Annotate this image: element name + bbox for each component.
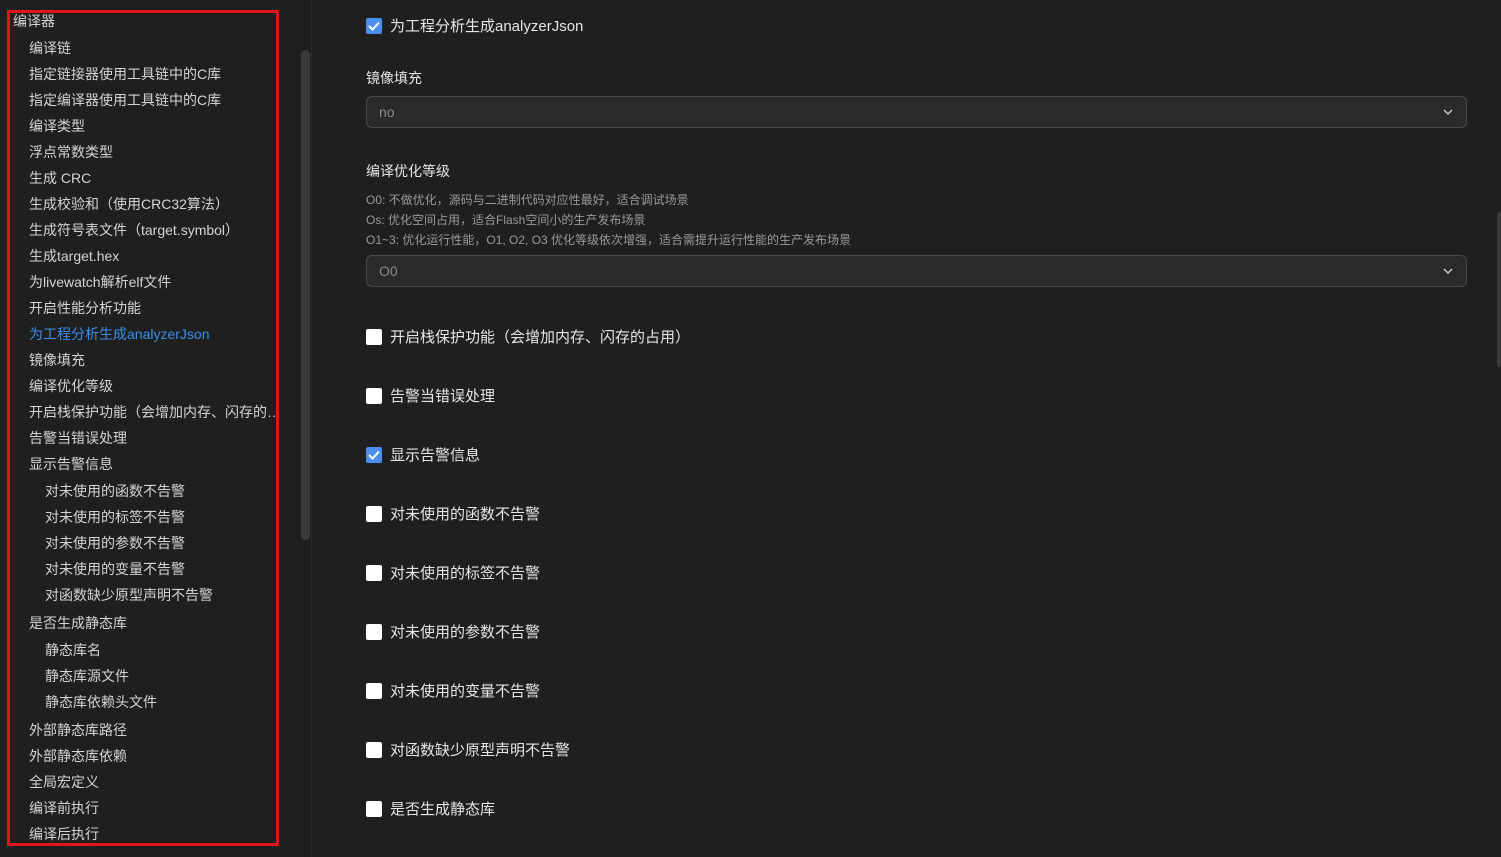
- setting-checkbox[interactable]: [366, 387, 382, 404]
- sidebar-item[interactable]: 生成校验和（使用CRC32算法）: [29, 195, 229, 213]
- content-scrollbar[interactable]: [1497, 212, 1501, 367]
- setting-checkbox-label: 对未使用的变量不告警: [390, 683, 541, 700]
- chevron-down-icon: [1443, 268, 1453, 274]
- setting-checkbox-label: 显示告警信息: [390, 447, 481, 464]
- sidebar-item[interactable]: 对未使用的参数不告警: [45, 534, 185, 552]
- setting-checkbox-row[interactable]: 对未使用的标签不告警: [366, 562, 540, 583]
- optimize-desc-o13: O1~3: 优化运行性能，O1, O2, O3 优化等级依次增强，适合需提升运行…: [366, 233, 852, 247]
- image-fill-label: 镜像填充: [366, 70, 422, 86]
- sidebar-item[interactable]: 指定链接器使用工具链中的C库: [29, 65, 221, 83]
- setting-checkbox-label: 开启栈保护功能（会增加内存、闪存的占用）: [390, 329, 691, 346]
- setting-checkbox[interactable]: [366, 800, 382, 817]
- sidebar-item[interactable]: 对函数缺少原型声明不告警: [45, 586, 213, 604]
- setting-checkbox-row[interactable]: 显示告警信息: [366, 444, 480, 465]
- sidebar-item[interactable]: 静态库源文件: [45, 667, 129, 685]
- setting-checkbox-row[interactable]: 是否生成静态库: [366, 798, 495, 819]
- optimize-desc-os: Os: 优化空间占用，适合Flash空间小的生产发布场景: [366, 213, 646, 227]
- setting-checkbox[interactable]: [366, 741, 382, 758]
- sidebar-item[interactable]: 编译类型: [29, 117, 85, 135]
- setting-checkbox-row[interactable]: 对函数缺少原型声明不告警: [366, 739, 570, 760]
- settings-sidebar: 编译器编译链指定链接器使用工具链中的C库 指定编译器使用工具链中的C库 编译类型浮点…: [0, 0, 312, 857]
- sidebar-item[interactable]: 生成符号表文件（target.symbol）: [29, 221, 239, 239]
- sidebar-item[interactable]: 编译后执行: [29, 825, 99, 843]
- sidebar-item[interactable]: 指定编译器使用工具链中的C库: [29, 91, 221, 109]
- optimize-desc-o0: O0: 不做优化，源码与二进制代码对应性最好，适合调试场景: [366, 193, 689, 207]
- setting-checkbox[interactable]: [366, 328, 382, 345]
- setting-checkbox[interactable]: [366, 505, 382, 522]
- optimize-level-label: 编译优化等级: [366, 163, 450, 179]
- setting-checkbox-row[interactable]: 对未使用的变量不告警: [366, 680, 540, 701]
- setting-checkbox-label: 是否生成静态库: [390, 801, 496, 818]
- setting-checkbox[interactable]: [366, 564, 382, 581]
- image-fill-value: no: [379, 104, 395, 120]
- sidebar-item[interactable]: 是否生成静态库: [29, 614, 127, 632]
- sidebar-item[interactable]: 为工程分析生成analyzerJson: [29, 325, 210, 343]
- optimize-level-value: O0: [379, 263, 398, 279]
- sidebar-item[interactable]: 静态库名: [45, 641, 101, 659]
- chevron-down-icon: [1443, 109, 1453, 115]
- sidebar-item[interactable]: 静态库依赖头文件: [45, 693, 157, 711]
- sidebar-item[interactable]: 开启性能分析功能: [29, 299, 141, 317]
- sidebar-item[interactable]: 外部静态库依赖: [29, 747, 127, 765]
- optimize-level-select[interactable]: O0: [366, 255, 1467, 287]
- sidebar-item[interactable]: 对未使用的函数不告警: [45, 482, 185, 500]
- setting-checkbox-label: 对函数缺少原型声明不告警: [390, 742, 571, 759]
- setting-checkbox-row[interactable]: 告警当错误处理: [366, 385, 495, 406]
- sidebar-item[interactable]: 显示告警信息: [29, 455, 113, 473]
- sidebar-item[interactable]: 编译器: [13, 12, 55, 30]
- setting-checkbox-label: 告警当错误处理: [390, 388, 496, 405]
- setting-checkbox-row[interactable]: 开启栈保护功能（会增加内存、闪存的占用）: [366, 326, 690, 347]
- setting-checkbox-row[interactable]: 对未使用的参数不告警: [366, 621, 540, 642]
- settings-window: 编译器编译链指定链接器使用工具链中的C库 指定编译器使用工具链中的C库 编译类型浮点…: [0, 0, 1501, 857]
- setting-checkbox-label: 对未使用的参数不告警: [390, 624, 541, 641]
- sidebar-item[interactable]: 编译前执行: [29, 799, 99, 817]
- sidebar-item[interactable]: 全局宏定义: [29, 773, 99, 791]
- sidebar-item[interactable]: 对未使用的变量不告警: [45, 560, 185, 578]
- sidebar-item[interactable]: 生成target.hex: [29, 247, 119, 265]
- setting-checkbox[interactable]: [366, 446, 382, 463]
- setting-checkbox-label: 对未使用的函数不告警: [390, 506, 541, 523]
- setting-checkbox-label: 对未使用的标签不告警: [390, 565, 541, 582]
- sidebar-item[interactable]: 镜像填充: [29, 351, 85, 369]
- image-fill-select[interactable]: no: [366, 96, 1467, 128]
- check-icon: [368, 21, 380, 31]
- sidebar-item[interactable]: 对未使用的标签不告警: [45, 508, 185, 526]
- sidebar-item[interactable]: 外部静态库路径: [29, 721, 127, 739]
- setting-checkbox-row[interactable]: 对未使用的函数不告警: [366, 503, 540, 524]
- sidebar-item[interactable]: 为livewatch解析elf文件: [29, 273, 171, 291]
- sidebar-scrollbar[interactable]: [301, 50, 310, 540]
- analyzer-json-label: 为工程分析生成analyzerJson: [390, 18, 584, 35]
- setting-checkbox[interactable]: [366, 682, 382, 699]
- sidebar-item[interactable]: 编译优化等级: [29, 377, 113, 395]
- settings-content: 为工程分析生成analyzerJson 镜像填充 no 编译优化等级 O0: 不…: [312, 0, 1501, 857]
- check-icon: [368, 450, 380, 460]
- sidebar-item[interactable]: 浮点常数类型: [29, 143, 113, 161]
- sidebar-item[interactable]: 告警当错误处理: [29, 429, 127, 447]
- analyzer-json-checkbox[interactable]: [366, 17, 382, 34]
- analyzer-json-checkbox-row[interactable]: 为工程分析生成analyzerJson: [366, 15, 583, 36]
- setting-checkbox[interactable]: [366, 623, 382, 640]
- sidebar-item[interactable]: 开启栈保护功能（会增加内存、闪存的占用）: [29, 403, 294, 421]
- sidebar-item[interactable]: 生成 CRC: [29, 169, 91, 187]
- sidebar-item[interactable]: 编译链: [29, 39, 71, 57]
